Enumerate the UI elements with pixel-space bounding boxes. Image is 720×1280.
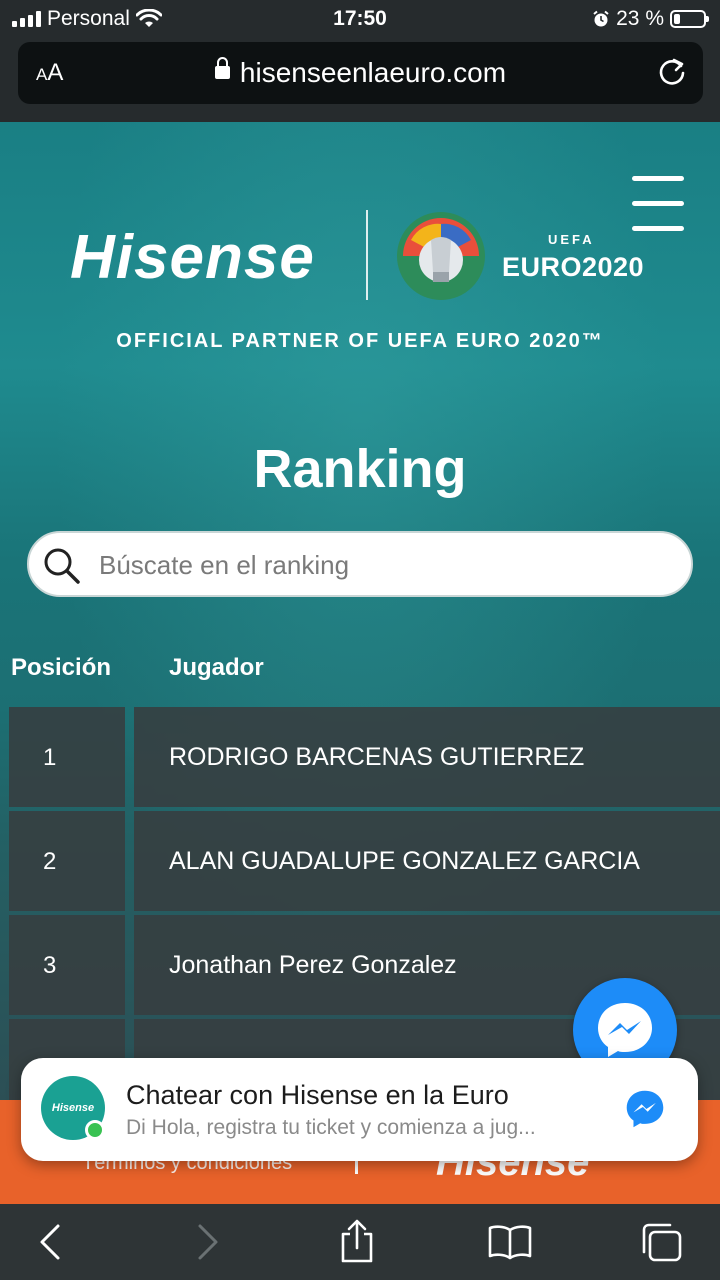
- search-bar[interactable]: [27, 531, 693, 597]
- uefa-logo-text: UEFA: [548, 232, 595, 247]
- chat-title: Chatear con Hisense en la Euro: [126, 1080, 509, 1110]
- page-title: Ranking: [253, 439, 467, 499]
- url-display[interactable]: hisenseenlaeuro.com: [18, 57, 703, 89]
- row-position: 2: [9, 811, 125, 911]
- tabs-icon[interactable]: [640, 1222, 684, 1264]
- share-icon[interactable]: [338, 1218, 376, 1264]
- hisense-logo: Hisense: [70, 223, 315, 292]
- alarm-icon: [593, 10, 609, 27]
- column-header-player[interactable]: Jugador: [169, 654, 264, 682]
- url-text: hisenseenlaeuro.com: [239, 57, 507, 88]
- reload-icon[interactable]: [657, 56, 687, 88]
- row-player-name: ALAN GUADALUPE GONZALEZ GARCIA: [134, 811, 720, 911]
- messenger-icon: [626, 1090, 664, 1128]
- table-row[interactable]: 1 RODRIGO BARCENAS GUTIERREZ: [9, 707, 720, 807]
- logo-divider: [366, 210, 368, 300]
- search-icon: [44, 548, 80, 584]
- address-bar[interactable]: AA hisenseenlaeuro.com: [18, 42, 703, 104]
- row-position: 3: [9, 915, 125, 1015]
- online-status-icon: [85, 1120, 105, 1140]
- forward-icon[interactable]: [192, 1222, 222, 1262]
- table-row[interactable]: 2 ALAN GUADALUPE GONZALEZ GARCIA: [9, 811, 720, 911]
- back-icon[interactable]: [36, 1222, 66, 1262]
- battery-percent: 23 %: [616, 7, 664, 30]
- ranking-page: Hisense UEFA EURO2020 OFFICIAL PARTNER O…: [0, 122, 720, 1119]
- partner-tagline: OFFICIAL PARTNER OF UEFA EURO 2020™: [116, 330, 604, 352]
- search-input[interactable]: [99, 543, 659, 587]
- row-player-name: RODRIGO BARCENAS GUTIERREZ: [134, 707, 720, 807]
- column-header-position[interactable]: Posición: [11, 654, 111, 682]
- chat-subtitle: Di Hola, registra tu ticket y comienza a…: [126, 1116, 536, 1139]
- euro2020-trophy-icon: [397, 212, 485, 300]
- browser-address-area: AA hisenseenlaeuro.com: [0, 40, 720, 122]
- chat-invite-card[interactable]: Hisense Chatear con Hisense en la Euro D…: [21, 1058, 698, 1161]
- bookmarks-icon[interactable]: [487, 1224, 533, 1260]
- lock-icon: [214, 57, 230, 80]
- menu-icon[interactable]: [632, 176, 684, 231]
- messenger-icon: [598, 1003, 652, 1057]
- row-position: 1: [9, 707, 125, 807]
- browser-toolbar: [0, 1204, 720, 1280]
- battery-icon: [670, 10, 709, 28]
- euro2020-logo-text: EURO2020: [502, 252, 645, 282]
- status-right: 23 %: [592, 7, 709, 31]
- status-bar: Personal 17:50 23 %: [0, 0, 720, 40]
